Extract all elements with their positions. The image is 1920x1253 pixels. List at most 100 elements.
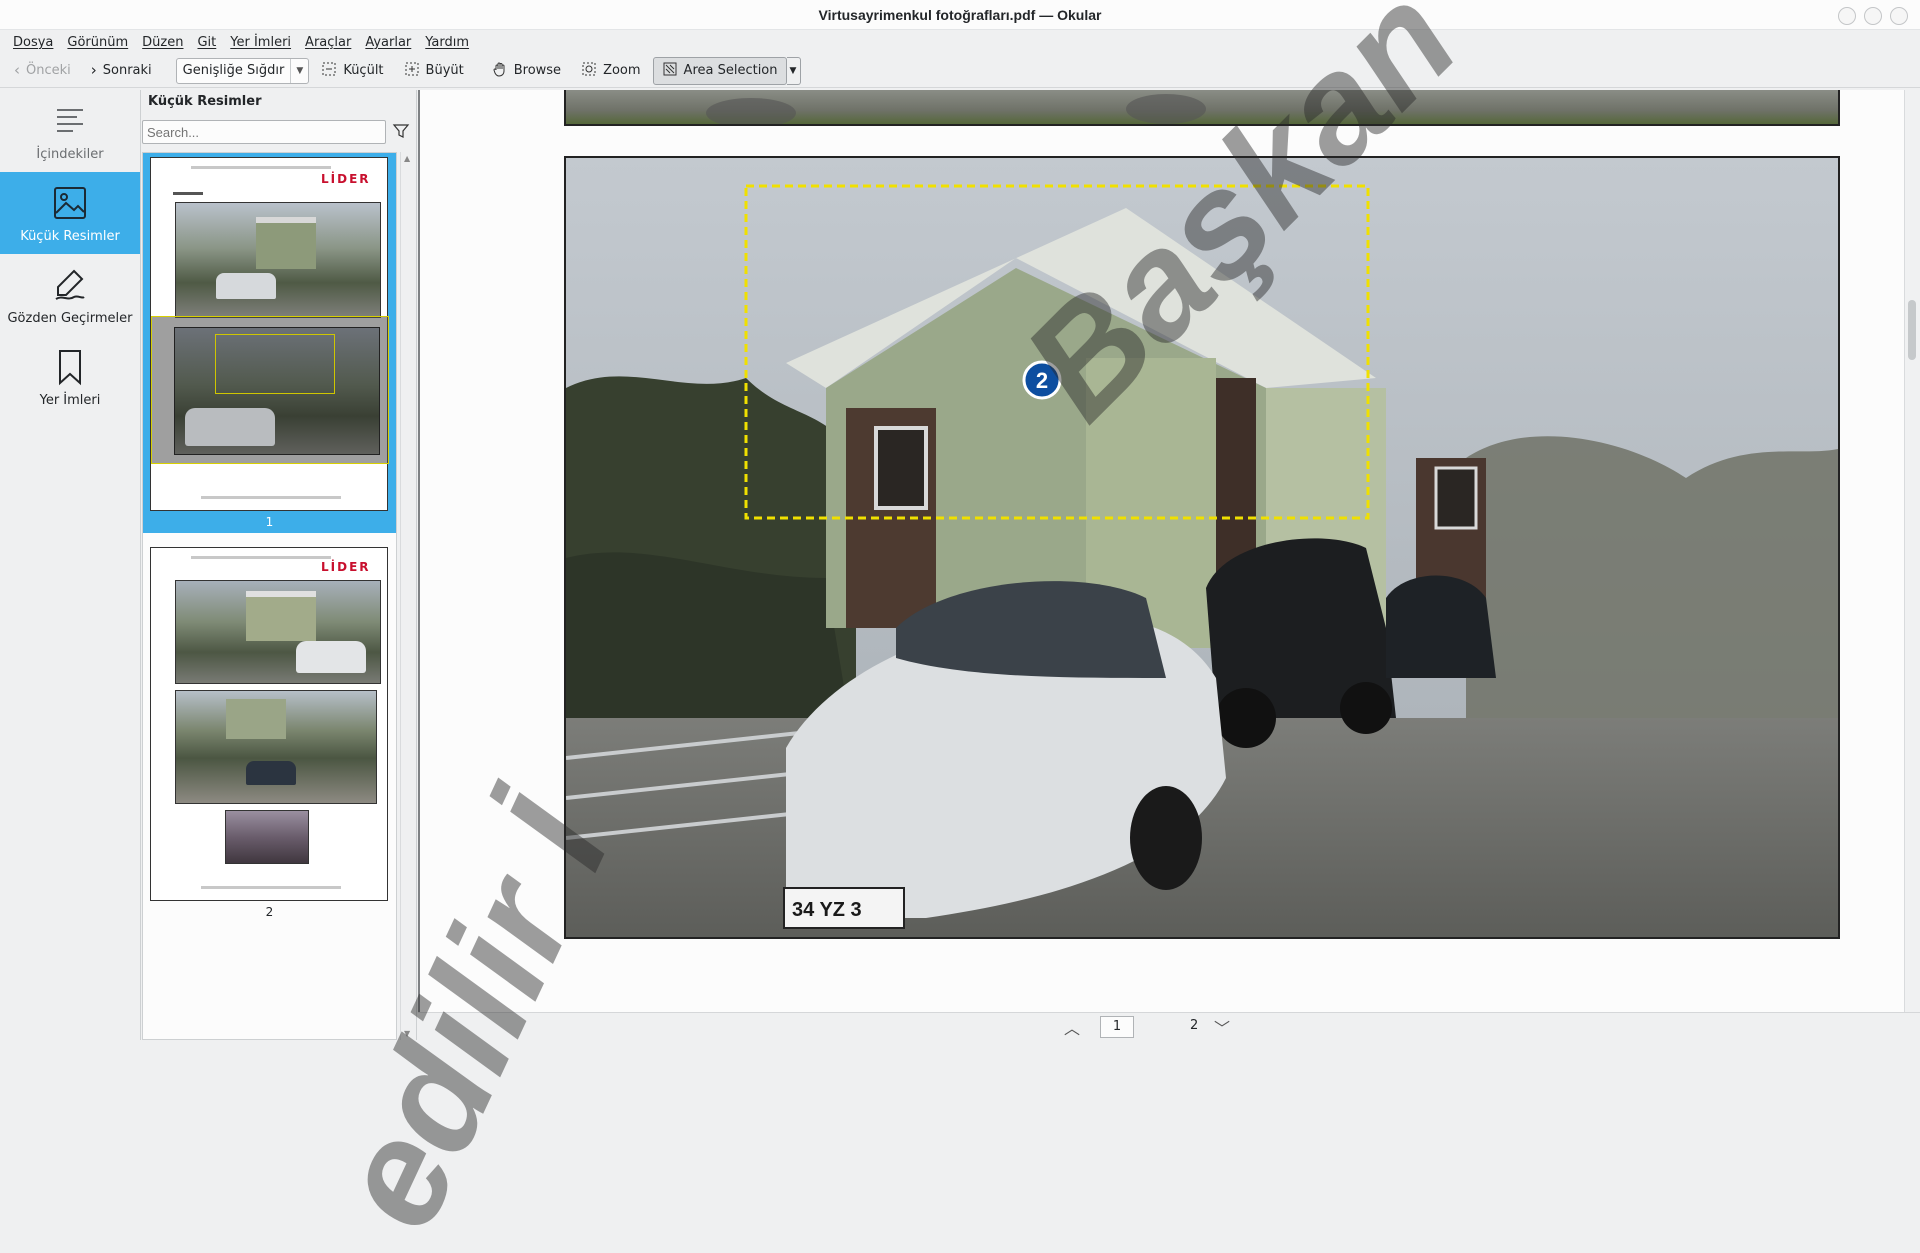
browse-label: Browse [513, 63, 562, 78]
house-photo: 34 YZ 3 2 [566, 158, 1838, 937]
thumbnail-page-number: 1 [265, 515, 274, 529]
chevron-right-icon: › [90, 61, 97, 79]
thumbnail-car [246, 761, 296, 785]
zoom-tool-icon [581, 61, 597, 81]
thumbnail-house [246, 591, 316, 641]
zoom-out-button[interactable]: Küçült [313, 57, 391, 85]
thumbnail-house [215, 334, 335, 394]
scrollbar-handle[interactable] [1908, 300, 1916, 360]
menu-settings[interactable]: Ayarlar [358, 35, 418, 50]
thumbnail-list[interactable]: LİDER 1 LİDER 2 [142, 152, 397, 1040]
browse-tool-button[interactable]: Browse [484, 57, 569, 85]
menu-go[interactable]: Git [190, 35, 223, 50]
thumbnail-header-text [191, 556, 331, 559]
menu-file[interactable]: Dosya [6, 35, 60, 50]
thumbnail-car [216, 273, 276, 299]
filter-icon[interactable] [392, 122, 412, 142]
area-selection-icon [662, 61, 678, 81]
main-toolbar: ‹ Önceki › Sonraki Genişliğe Sığdır ▼ Kü… [0, 54, 1920, 88]
photo-marker-number: 2 [1036, 368, 1048, 393]
previous-button[interactable]: ‹ Önceki [6, 57, 79, 85]
menu-bar: Dosya Görünüm Düzen Git Yer İmleri Araçl… [0, 30, 1920, 54]
current-page-input[interactable]: 1 [1100, 1016, 1134, 1038]
zoom-mode-select[interactable]: Genişliğe Sığdır ▼ [175, 57, 310, 84]
area-selection-label: Area Selection [683, 63, 778, 78]
thumbnail-photo [174, 327, 380, 455]
window-controls [1838, 7, 1908, 25]
bookmark-icon [50, 347, 90, 387]
area-selection-button[interactable]: Area Selection [652, 56, 787, 85]
side-panel-tabs: İçindekiler Küçük Resimler Gözden Geçirm… [0, 90, 141, 1040]
scroll-up-arrow[interactable]: ▲ [404, 154, 410, 163]
chevron-left-icon: ‹ [14, 61, 20, 79]
sidebar-item-reviews[interactable]: Gözden Geçirmeler [0, 254, 140, 336]
sidebar-item-label: Yer İmleri [39, 392, 101, 408]
document-scrollbar[interactable] [1904, 90, 1920, 1012]
chevron-up-icon[interactable]: ︿ [1064, 1015, 1080, 1039]
thumbnail-header-text [191, 166, 331, 169]
chevron-down-icon: ▼ [290, 58, 308, 83]
document-view[interactable]: 34 YZ 3 2 [418, 90, 1920, 1012]
zoom-in-icon [404, 61, 420, 81]
zoom-in-label: Büyüt [425, 63, 464, 78]
zoom-in-button[interactable]: Büyüt [396, 57, 472, 85]
page-photo[interactable]: 34 YZ 3 2 [564, 156, 1840, 939]
maximize-button[interactable] [1864, 7, 1882, 25]
minimize-button[interactable] [1838, 7, 1856, 25]
close-button[interactable] [1890, 7, 1908, 25]
chevron-down-icon: ▼ [789, 65, 797, 76]
window-title: Virtusayrimenkul fotoğrafları.pdf — Okul… [818, 6, 1102, 23]
sidebar-item-thumbnails[interactable]: Küçük Resimler [0, 172, 140, 254]
thumbnail-house [226, 699, 286, 739]
thumbnail-car [185, 408, 275, 446]
thumbnails-panel: Küçük Resimler LİDER 1 [142, 90, 417, 1040]
thumbnail-page-1[interactable]: LİDER [150, 157, 389, 511]
chevron-down-icon[interactable]: ﹀ [1214, 1015, 1230, 1039]
menu-tools[interactable]: Araçlar [298, 35, 358, 50]
zoom-tool-button[interactable]: Zoom [573, 57, 648, 85]
image-icon [50, 183, 90, 223]
manhole-cover [1126, 94, 1206, 124]
area-selection-menu-button[interactable]: ▼ [786, 56, 801, 85]
sidebar-item-contents[interactable]: İçindekiler [0, 90, 140, 172]
menu-help[interactable]: Yardım [418, 35, 476, 50]
sidebar-item-label: Küçük Resimler [20, 228, 120, 244]
next-button[interactable]: › Sonraki [83, 57, 160, 85]
toc-icon [50, 101, 90, 141]
thumbnail-search-input[interactable] [142, 120, 386, 144]
previous-page-photo-bottom [564, 90, 1840, 126]
panel-title: Küçük Resimler [148, 94, 262, 109]
title-bar: Virtusayrimenkul fotoğrafları.pdf — Okul… [0, 0, 1920, 30]
scroll-down-arrow[interactable]: ▼ [404, 1029, 410, 1038]
zoom-mode-value: Genişliğe Sığdır [182, 63, 285, 78]
zoom-out-icon [321, 61, 337, 81]
page-navigation-bar: ︿ 1 2 ﹀ [418, 1012, 1920, 1040]
previous-label: Önceki [26, 63, 71, 78]
thumbnail-photo [225, 810, 309, 864]
thumbnail-footer-text [201, 886, 341, 889]
zoom-out-label: Küçült [343, 63, 384, 78]
thumbnail-photo-highlighted [151, 316, 389, 464]
sidebar-item-label: Gözden Geçirmeler [7, 310, 133, 326]
pen-icon [50, 265, 90, 305]
thumbnail-page-2[interactable]: LİDER [150, 547, 388, 901]
thumbnail-car [296, 641, 366, 673]
thumbnail-house [256, 217, 316, 269]
thumbnail-footer-text [201, 496, 341, 499]
menu-edit[interactable]: Düzen [135, 35, 190, 50]
sidebar-item-bookmarks[interactable]: Yer İmleri [0, 336, 140, 418]
menu-view[interactable]: Görünüm [60, 35, 135, 50]
thumbnail-logo: LİDER [321, 172, 371, 186]
hand-icon [492, 61, 508, 81]
menu-bookmarks[interactable]: Yer İmleri [223, 35, 298, 50]
manhole-cover [706, 98, 796, 124]
total-pages: 2 [1190, 1018, 1199, 1033]
sidebar-item-label: İçindekiler [36, 146, 104, 162]
next-label: Sonraki [102, 63, 152, 78]
license-plate: 34 YZ 3 [792, 899, 862, 921]
thumbnail-scrollbar[interactable]: ▲ ▼ [400, 152, 416, 1040]
thumbnail-photo [175, 690, 377, 804]
thumbnail-logo: LİDER [321, 560, 371, 574]
thumbnail-page-number: 2 [265, 905, 274, 919]
zoom-tool-label: Zoom [603, 63, 641, 78]
